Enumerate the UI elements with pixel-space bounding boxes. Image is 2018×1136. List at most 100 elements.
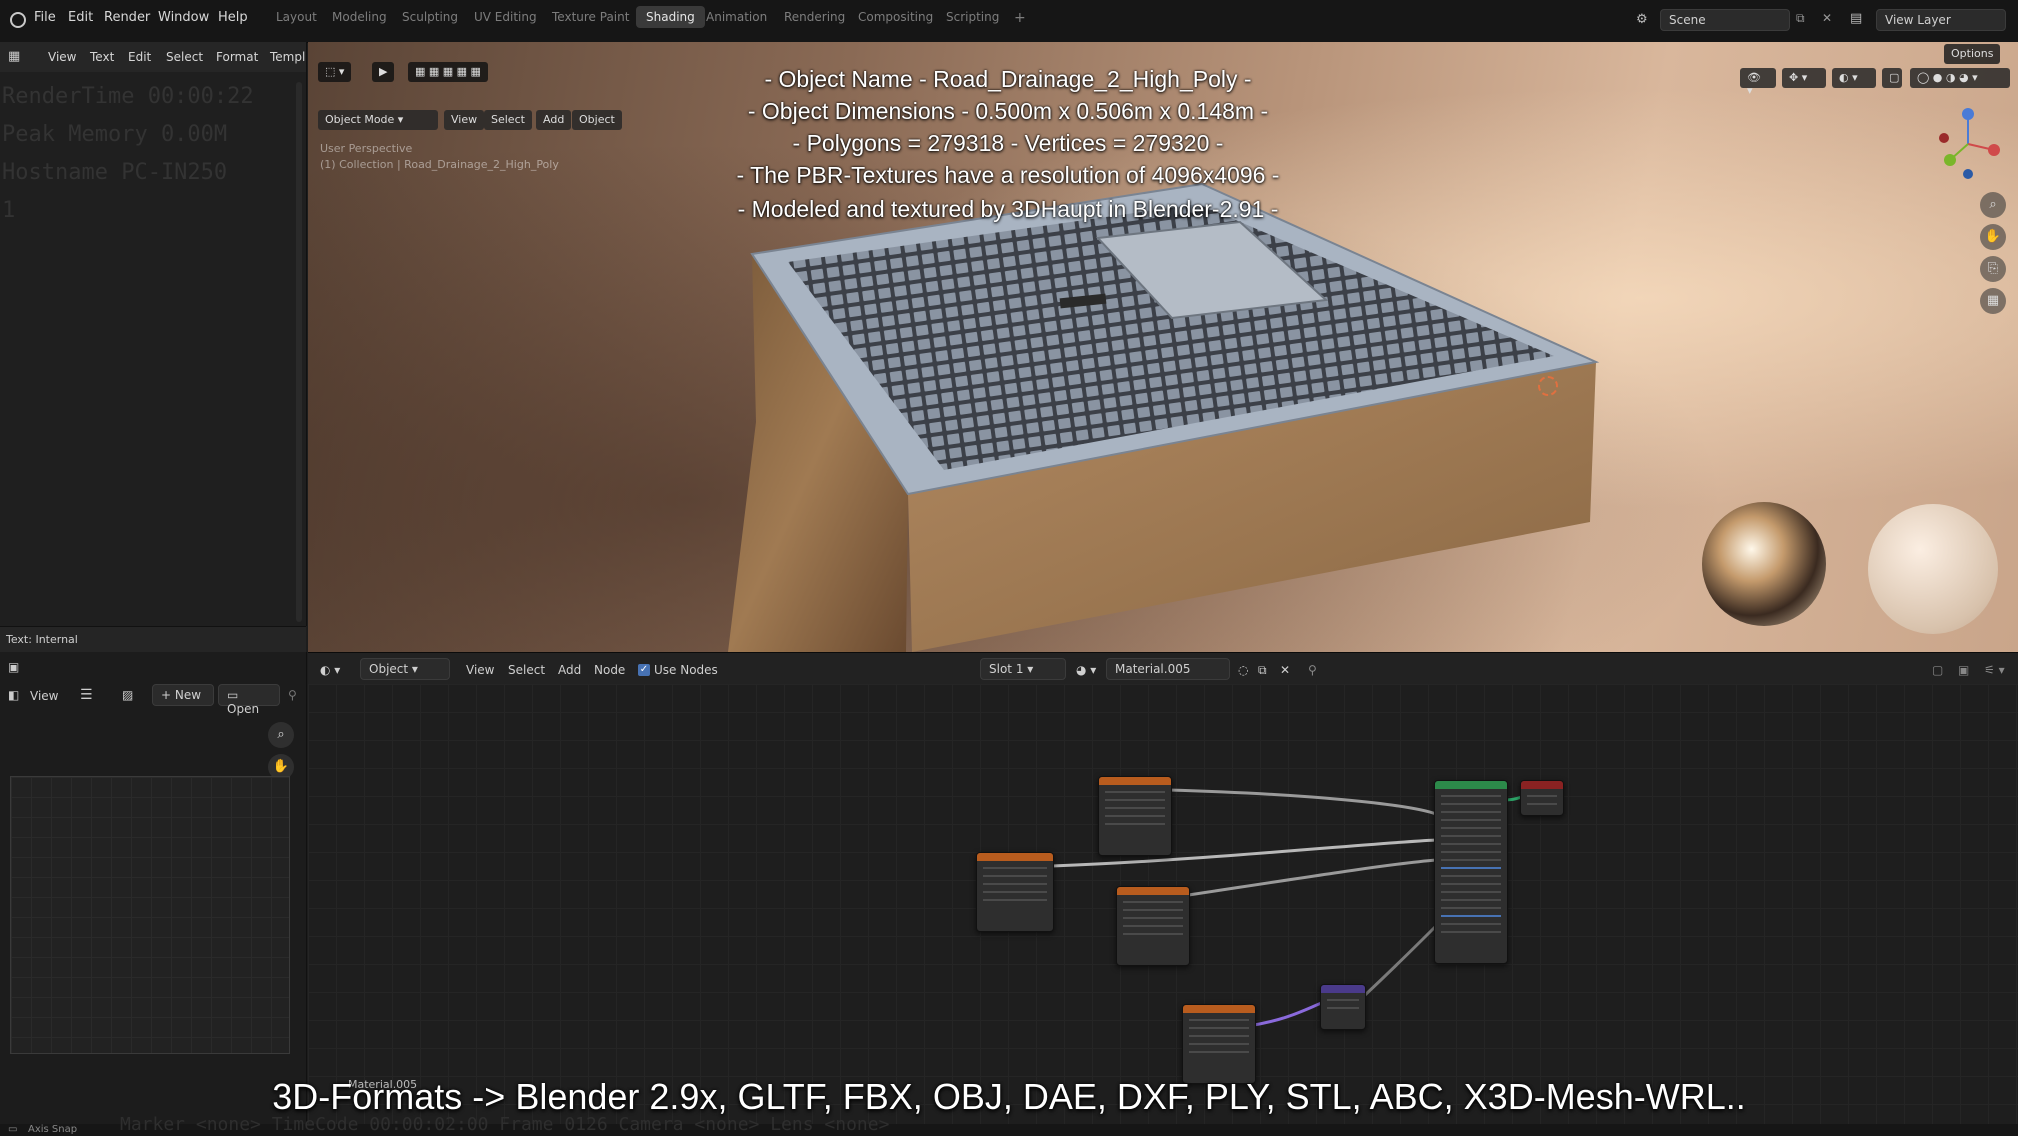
node-menu-view[interactable]: View — [466, 663, 494, 677]
text-line-3: Hostname PC-IN250 — [2, 160, 228, 185]
new-image-label: New — [174, 688, 202, 702]
menu-help[interactable]: Help — [218, 10, 248, 25]
text-menu-templates[interactable]: Templ — [270, 50, 305, 64]
hdri-chrome-sphere — [1702, 502, 1826, 626]
tab-compositing[interactable]: Compositing — [858, 10, 933, 24]
slot-dropdown[interactable]: Slot 1 ▾ — [980, 658, 1066, 680]
text-editor-header: ▦ View Text Edit Select Format Templ — [0, 42, 306, 72]
editor-type-icon[interactable]: ▦ — [8, 49, 20, 64]
status-axis-snap: Axis Snap — [28, 1124, 78, 1135]
plus-icon: + — [161, 688, 175, 702]
image-canvas[interactable] — [10, 776, 290, 1054]
image-texture-node[interactable] — [1116, 886, 1190, 966]
view-layer-icon[interactable]: ▤ — [1850, 11, 1862, 26]
text-menu-text[interactable]: Text — [90, 50, 114, 64]
node-editor-type-icon[interactable]: ◐ ▾ — [320, 663, 340, 677]
open-image-button[interactable]: ▭ Open — [218, 684, 280, 716]
tab-shading[interactable]: Shading — [636, 6, 705, 28]
menu-file[interactable]: File — [34, 10, 56, 25]
overlay-object-name: - Object Name - Road_Drainage_2_High_Pol… — [764, 66, 1252, 92]
shader-type-dropdown[interactable]: Object ▾ — [360, 658, 450, 680]
folder-icon: ▭ — [227, 688, 239, 702]
overlay-dimensions: - Object Dimensions - 0.500m x 0.506m x … — [747, 98, 1269, 124]
node-editor-canvas[interactable]: Material.005 — [308, 684, 2018, 1136]
text-editor[interactable]: ▦ View Text Edit Select Format Templ Ren… — [0, 42, 307, 626]
view-layer-selector[interactable]: View Layer — [1876, 9, 2006, 31]
menu-window[interactable]: Window — [158, 10, 209, 25]
material-browse-icon[interactable]: ◕ ▾ — [1076, 663, 1096, 677]
slot-label: Slot 1 — [989, 662, 1024, 676]
normal-map-node[interactable] — [1320, 984, 1366, 1030]
status-bar: ▭ Axis Snap Marker <none> TimeCode 00:00… — [0, 1114, 2018, 1136]
text-menu-format[interactable]: Format — [216, 50, 258, 64]
scene-icon[interactable]: ⚙ — [1636, 12, 1648, 27]
text-line-1: RenderTime 00:00:22 — [2, 84, 254, 109]
hdri-diffuse-sphere — [1868, 504, 1998, 634]
scene-selector[interactable]: Scene — [1660, 9, 1790, 31]
mouse-icon: ▭ — [8, 1124, 18, 1135]
snap-icon[interactable]: ▢ — [1932, 663, 1943, 677]
top-bar: File Edit Render Window Help Layout Mode… — [0, 0, 2018, 43]
node-editor-header: ◐ ▾ Object ▾ View Select Add Node ✓ Use … — [308, 652, 2018, 685]
node-menu-node[interactable]: Node — [594, 663, 625, 677]
backdrop-icon[interactable]: ▣ — [1958, 663, 1969, 677]
tab-scripting[interactable]: Scripting — [946, 10, 999, 24]
image-editor[interactable]: ▣ ◧ View ☰ ▨ + New ▭ Open ⚲ ⌕ ✋ — [0, 652, 307, 1136]
pin-icon[interactable]: ⚲ — [288, 688, 297, 702]
tab-modeling[interactable]: Modeling — [332, 10, 387, 24]
3d-viewport[interactable]: ⬚ ▾ ▶ ▦ ▦ ▦ ▦ ▦ Object Mode ▾ View Selec… — [308, 42, 2018, 652]
text-menu-edit[interactable]: Edit — [128, 50, 151, 64]
scene-label: Scene — [1669, 13, 1706, 27]
close-scene-icon[interactable]: ✕ — [1822, 11, 1832, 25]
zoom-icon[interactable]: ⌕ — [268, 722, 294, 748]
text-status: Text: Internal — [0, 626, 306, 652]
duplicate-material-icon[interactable]: ⧉ — [1258, 663, 1267, 678]
image-texture-node[interactable] — [1182, 1004, 1256, 1084]
overlay-polygons: - Polygons = 279318 - Vertices = 279320 … — [792, 130, 1224, 156]
hamburger-icon[interactable]: ☰ — [80, 687, 93, 703]
object-label: Object — [369, 662, 409, 676]
unlink-material-icon[interactable]: ✕ — [1280, 663, 1290, 677]
image-mode-icon[interactable]: ◧ — [8, 688, 19, 702]
text-line-4: 1 — [2, 198, 16, 223]
node-menu-select[interactable]: Select — [508, 663, 545, 677]
use-nodes-checkbox[interactable]: ✓ — [638, 664, 650, 676]
material-output-node[interactable] — [1520, 780, 1564, 816]
status-ghost-text: Marker <none> TimeCode 00:00:02:00 Frame… — [120, 1114, 890, 1135]
blender-logo-icon[interactable] — [10, 12, 26, 28]
tab-rendering[interactable]: Rendering — [784, 10, 845, 24]
new-image-button[interactable]: + New — [152, 684, 214, 706]
fake-user-icon[interactable]: ◌ — [1238, 663, 1248, 677]
pin-node-icon[interactable]: ⚲ — [1308, 663, 1317, 677]
tab-animation[interactable]: Animation — [706, 10, 767, 24]
overlay-node-icon[interactable]: ⚟ ▾ — [1984, 663, 2005, 677]
overlay-textures: - The PBR-Textures have a resolution of … — [736, 162, 1280, 188]
text-scrollbar[interactable] — [296, 82, 302, 622]
add-workspace-button[interactable]: + — [1014, 10, 1026, 26]
text-line-2: Peak Memory 0.00M — [2, 122, 228, 147]
image-texture-node[interactable] — [976, 852, 1054, 932]
tab-texture-paint[interactable]: Texture Paint — [552, 10, 629, 24]
overlay-modeled-by: - Modeled and textured by 3DHaupt in Ble… — [737, 196, 1279, 222]
open-image-label: Open — [227, 702, 260, 716]
copy-scene-icon[interactable]: ⧉ — [1796, 11, 1805, 26]
material-name-field[interactable]: Material.005 — [1106, 658, 1230, 680]
text-menu-select[interactable]: Select — [166, 50, 203, 64]
use-nodes-label: Use Nodes — [654, 663, 718, 677]
tab-layout[interactable]: Layout — [276, 10, 317, 24]
light-gizmo-icon[interactable] — [1538, 376, 1558, 396]
image-texture-node[interactable] — [1098, 776, 1172, 856]
tab-uv-editing[interactable]: UV Editing — [474, 10, 537, 24]
text-menu-view[interactable]: View — [48, 50, 76, 64]
principled-bsdf-node[interactable] — [1434, 780, 1508, 964]
view-layer-label: View Layer — [1885, 13, 1951, 27]
image-menu-view[interactable]: View — [30, 689, 58, 703]
menu-render[interactable]: Render — [104, 10, 150, 25]
node-menu-add[interactable]: Add — [558, 663, 581, 677]
menu-edit[interactable]: Edit — [68, 10, 93, 25]
image-editor-type-icon[interactable]: ▣ — [8, 660, 19, 674]
image-browse-icon[interactable]: ▨ — [122, 688, 133, 702]
tab-sculpting[interactable]: Sculpting — [402, 10, 458, 24]
formats-caption: 3D-Formats -> Blender 2.9x, GLTF, FBX, O… — [272, 1076, 1746, 1117]
material-label: Material.005 — [1115, 662, 1191, 676]
